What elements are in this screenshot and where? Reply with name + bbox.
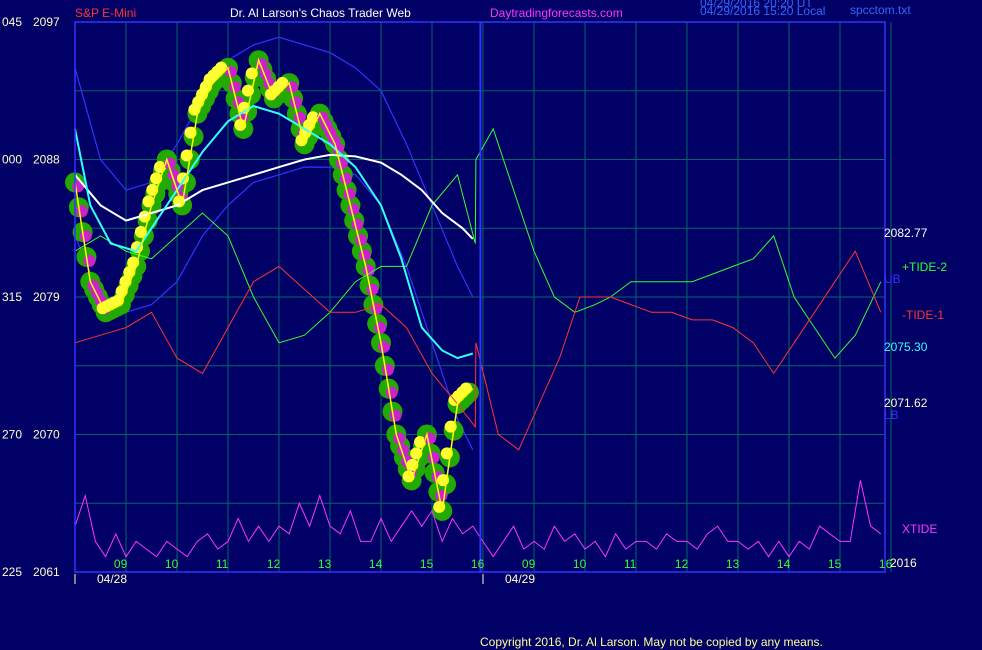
y-osc-label: 270 — [2, 428, 22, 442]
xtide-line — [74, 480, 882, 558]
price-dot-down — [366, 283, 379, 296]
right-label: +TIDE-2 — [902, 260, 947, 274]
y-price-label: 2097 — [33, 15, 60, 29]
price-dot-down — [362, 264, 375, 277]
site-label: Daytradingforecasts.com — [490, 6, 623, 20]
copyright: Copyright 2016, Dr. Al Larson. May not b… — [480, 635, 823, 649]
y-price-label: 2070 — [33, 428, 60, 442]
x-date-label: 04/29 — [505, 572, 535, 586]
y-osc-label: 315 — [2, 290, 22, 304]
file-label: spcctom.txt — [850, 3, 911, 17]
price-dot-down — [355, 233, 368, 246]
x-hour-label: 10 — [573, 557, 587, 571]
x-hour-label: 14 — [369, 557, 383, 571]
x-date-label: 04/28 — [97, 572, 127, 586]
right-label: 2082.77 — [884, 226, 928, 240]
x-hour-label: 12 — [675, 557, 689, 571]
x-hour-label: 15 — [420, 557, 434, 571]
ema-slow-line — [74, 153, 474, 240]
price-dot-down — [75, 205, 88, 218]
price-dot-down — [381, 363, 394, 376]
price-dot-down — [378, 340, 390, 353]
price-dot-down — [347, 203, 360, 216]
price-dot-down — [79, 230, 92, 243]
x-hour-label: 11 — [216, 557, 229, 571]
x-hour-label: 11 — [624, 557, 637, 571]
y-price-label: 2088 — [33, 153, 60, 167]
x-hour-label: 12 — [267, 557, 281, 571]
x-hour-label: 15 — [828, 557, 842, 571]
price-dot-down — [286, 81, 299, 94]
chart-svg: 045 2097 000 2088 315 2079 270 2070 225 2061 09 10 1… — [2, 0, 947, 649]
axis-labels: 045 2097 000 2088 315 2079 270 2070 225 2061 09 10 1… — [2, 15, 947, 586]
x-hour-label: 13 — [318, 557, 332, 571]
chart-title: Dr. Al Larson's Chaos Trader Web — [230, 6, 411, 20]
price-dot-down — [385, 386, 398, 399]
price-dot-down — [358, 249, 371, 262]
price-dot-down — [339, 172, 352, 185]
right-label: 2075.30 — [884, 340, 928, 354]
lower-band-line — [74, 166, 474, 451]
right-label: -TIDE-1 — [902, 308, 944, 322]
right-label: XTIDE — [902, 522, 937, 536]
right-label: LB — [884, 408, 899, 422]
symbol-label: S&P E-Mini — [75, 6, 136, 20]
y-osc-label: 000 — [2, 153, 22, 167]
x-hour-label: 13 — [726, 557, 740, 571]
x-hour-label: 14 — [777, 557, 791, 571]
price-dot-down — [83, 254, 96, 267]
price-dot-down — [389, 409, 402, 422]
timestamp-line-2: 04/29/2016 15:20 Local — [700, 4, 825, 18]
y-price-label: 2061 — [33, 565, 60, 579]
year-label: 2016 — [890, 556, 917, 570]
price-dots — [65, 50, 479, 521]
x-hour-label: 10 — [165, 557, 179, 571]
price-dot-down — [343, 188, 356, 201]
price-dot-down — [351, 218, 364, 231]
tide-1-line — [74, 250, 882, 451]
y-price-label: 2079 — [33, 290, 60, 304]
x-hour-label: 16 — [471, 557, 485, 571]
y-osc-label: 225 — [2, 565, 22, 579]
x-hour-label: 09 — [522, 557, 536, 571]
right-label: UB — [884, 272, 901, 286]
y-osc-label: 045 — [2, 15, 22, 29]
price-dot-down — [374, 321, 387, 334]
price-dot-down — [427, 451, 440, 464]
price-dot-down — [290, 96, 303, 109]
x-hour-label: 09 — [114, 557, 128, 571]
price-dot-down — [225, 65, 237, 78]
price-dot-up — [459, 382, 472, 395]
price-dot-down — [228, 81, 241, 94]
